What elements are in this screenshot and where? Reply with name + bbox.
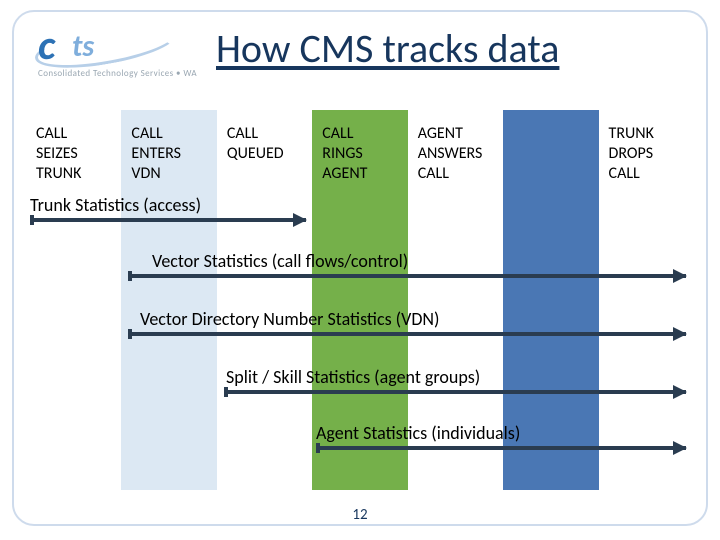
stage-label: CALL QUEUED [227, 124, 304, 164]
arrow-agent [316, 446, 686, 450]
arrow-caption-vdn: Vector Directory Number Statistics (VDN) [140, 308, 440, 330]
stage-col-0: CALL SEIZES TRUNK [26, 110, 121, 490]
logo-mark-ts: ts [72, 28, 94, 65]
arrow-caption-vector: Vector Statistics (call flows/control) [152, 250, 408, 272]
stage-label: CALL SEIZES TRUNK [36, 124, 113, 184]
arrow-vdn [128, 332, 686, 336]
stage-label: AGENT ANSWERS CALL [418, 124, 495, 184]
arrow-caption-split: Split / Skill Statistics (agent groups) [226, 366, 480, 388]
stage-label: CALL RINGS AGENT [322, 124, 399, 184]
slide-title: How CMS tracks data [216, 24, 559, 73]
stage-label: CALL ENTERS VDN [131, 124, 208, 184]
page-number: 12 [0, 506, 720, 524]
logo-subtitle: Consolidated Technology Services • WA [38, 68, 208, 79]
arrow-caption-trunk: Trunk Statistics (access) [30, 194, 201, 216]
stage-col-6: TRUNK DROPS CALL [599, 110, 694, 490]
cts-logo: c ts Consolidated Technology Services • … [38, 22, 208, 79]
arrow-caption-agent: Agent Statistics (individuals) [316, 422, 520, 444]
stage-label: TRUNK DROPS CALL [609, 124, 686, 184]
arrow-split [224, 390, 686, 394]
stage-col-1: CALL ENTERS VDN [121, 110, 216, 490]
arrow-vector [128, 274, 686, 278]
stage-col-2: CALL QUEUED [217, 110, 312, 490]
arrow-trunk [30, 218, 306, 222]
logo-mark-c: c [38, 20, 55, 71]
